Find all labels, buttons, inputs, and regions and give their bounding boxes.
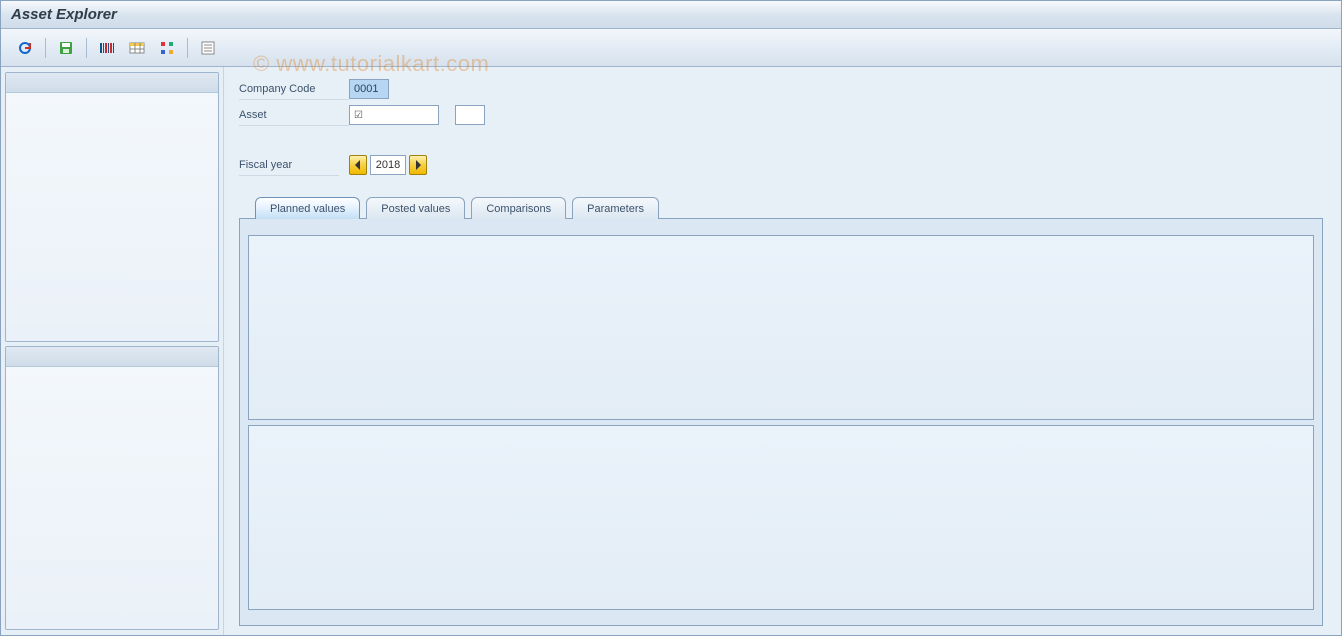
tab-content [239, 218, 1323, 626]
content-area: Company Code 0001 Asset ☑ Fiscal year [1, 67, 1341, 635]
asset-input[interactable]: ☑ [349, 105, 439, 125]
title-bar: Asset Explorer [1, 1, 1341, 29]
left-panel-bottom-header [6, 347, 218, 367]
left-panel-top-header [6, 73, 218, 93]
chevron-left-icon [354, 160, 362, 170]
tab-planned-values[interactable]: Planned values [255, 197, 360, 219]
asset-row: Asset ☑ [239, 103, 1323, 127]
separator [86, 38, 87, 58]
spacer [239, 129, 1323, 153]
asset-subnumber-input[interactable] [455, 105, 485, 125]
left-pane [1, 67, 223, 635]
list-button[interactable] [194, 35, 222, 61]
main-pane: Company Code 0001 Asset ☑ Fiscal year [229, 67, 1341, 635]
table-icon [129, 40, 145, 56]
fiscal-year-label: Fiscal year [239, 154, 339, 176]
planned-values-lower-panel [248, 425, 1314, 610]
toolbar [1, 29, 1341, 67]
planned-values-upper-panel [248, 235, 1314, 420]
grid-icon [99, 40, 115, 56]
separator [45, 38, 46, 58]
list-icon [200, 40, 216, 56]
table-button[interactable] [123, 35, 151, 61]
company-code-row: Company Code 0001 [239, 77, 1323, 101]
tab-posted-values[interactable]: Posted values [366, 197, 465, 219]
left-panel-bottom [5, 346, 219, 630]
fiscal-year-row: Fiscal year 2018 [239, 153, 1323, 177]
window: Asset Explorer [0, 0, 1342, 636]
graph-button[interactable] [153, 35, 181, 61]
company-code-input[interactable]: 0001 [349, 79, 389, 99]
company-code-label: Company Code [239, 78, 349, 100]
tab-label: Parameters [587, 203, 644, 215]
asset-label: Asset [239, 104, 349, 126]
refresh-button[interactable] [11, 35, 39, 61]
left-panel-top [5, 72, 219, 342]
chevron-right-icon [414, 160, 422, 170]
tab-label: Planned values [270, 203, 345, 215]
refresh-icon [17, 40, 33, 56]
save-button[interactable] [52, 35, 80, 61]
save-icon [58, 40, 74, 56]
window-title: Asset Explorer [11, 6, 117, 23]
fiscal-year-input[interactable]: 2018 [370, 155, 406, 175]
year-group: 2018 [349, 155, 427, 175]
tab-label: Posted values [381, 203, 450, 215]
tab-label: Comparisons [486, 203, 551, 215]
year-next-button[interactable] [409, 155, 427, 175]
tab-comparisons[interactable]: Comparisons [471, 197, 566, 219]
tab-parameters[interactable]: Parameters [572, 197, 659, 219]
dots-icon [159, 40, 175, 56]
year-prev-button[interactable] [349, 155, 367, 175]
checkbox-icon: ☑ [354, 110, 363, 121]
barcode-button[interactable] [93, 35, 121, 61]
separator [187, 38, 188, 58]
tab-strip: Planned values Posted values Comparisons… [255, 197, 1323, 219]
